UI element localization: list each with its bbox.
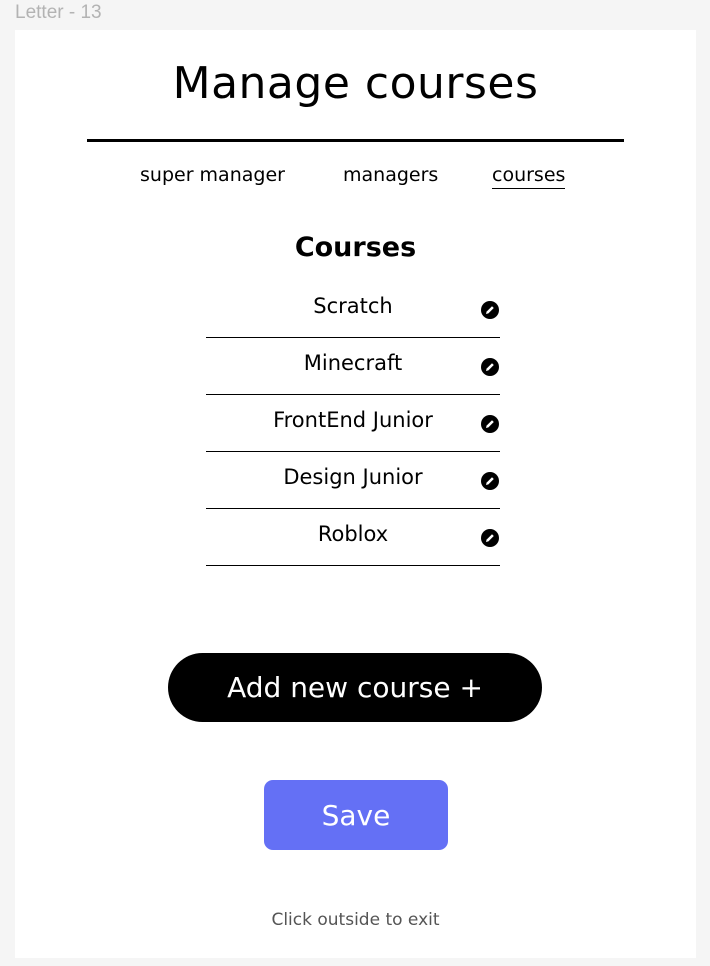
tab-super-manager[interactable]: super manager [140,162,285,188]
pencil-icon[interactable] [481,472,499,490]
add-course-button[interactable]: Add new course + [168,653,542,722]
list-item: Roblox [206,509,500,566]
course-name: FrontEnd Junior [273,408,433,432]
frame-label: Letter - 13 [15,2,102,23]
title-divider [87,139,624,142]
tab-courses[interactable]: courses [492,162,566,189]
list-item: Design Junior [206,452,500,509]
pencil-icon[interactable] [481,415,499,433]
course-name: Minecraft [303,351,403,375]
list-item: FrontEnd Junior [206,395,500,452]
exit-hint: Click outside to exit [271,910,440,930]
pencil-icon[interactable] [481,358,499,376]
course-list: Scratch Minecraft FrontEnd Junior Design… [206,281,500,566]
section-title: Courses [294,232,417,263]
course-name: Scratch [313,294,393,318]
course-name: Roblox [317,522,389,546]
manage-courses-card: Manage courses super manager managers co… [15,30,696,958]
pencil-icon[interactable] [481,529,499,547]
list-item: Scratch [206,281,500,338]
pencil-icon[interactable] [481,301,499,319]
tab-managers[interactable]: managers [343,162,438,188]
course-name: Design Junior [283,465,423,489]
page-title: Manage courses [172,58,539,109]
list-item: Minecraft [206,338,500,395]
save-button[interactable]: Save [264,780,448,850]
